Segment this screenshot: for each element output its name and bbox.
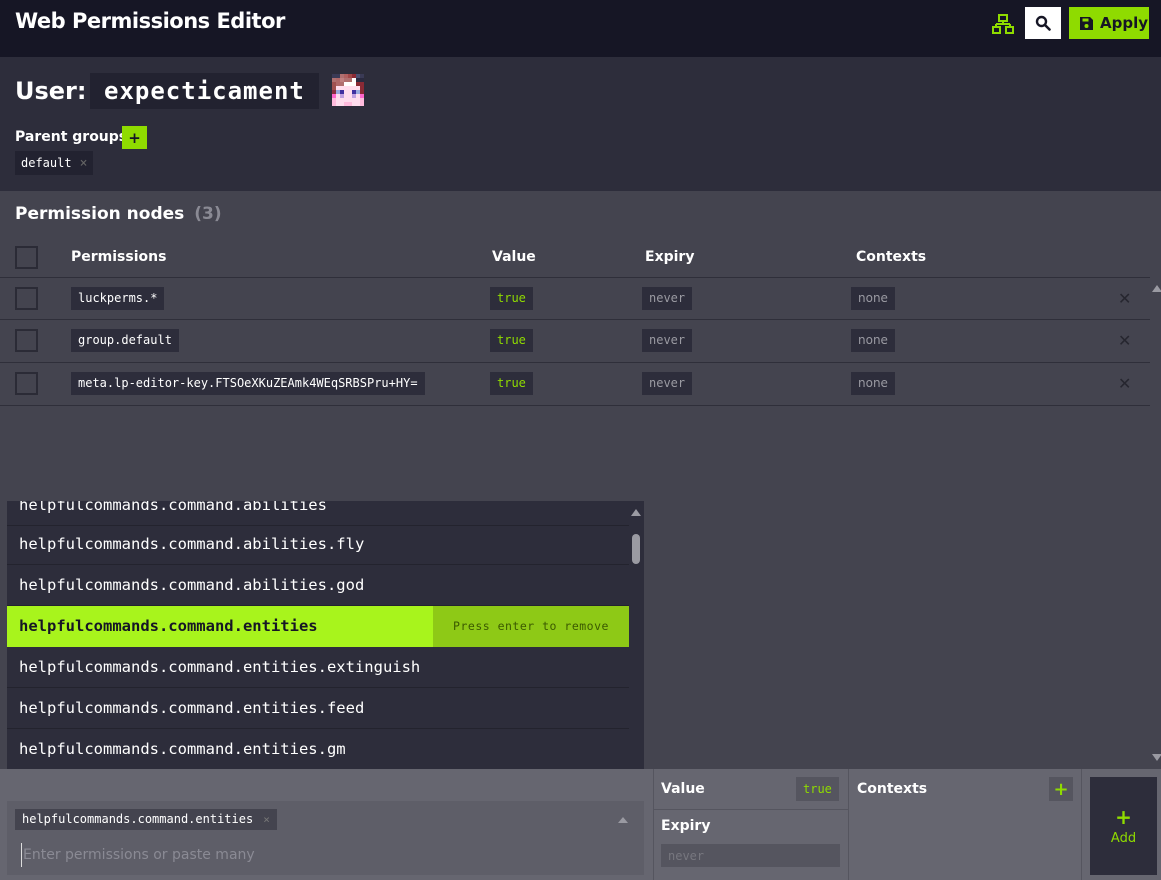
- apply-button[interactable]: Apply: [1069, 7, 1149, 39]
- suggestion-item[interactable]: helpfulcommands.command.abilities: [7, 501, 629, 526]
- permission-expiry[interactable]: never: [642, 329, 693, 352]
- scroll-up-arrow-icon[interactable]: [1152, 285, 1161, 292]
- username: expecticament: [90, 73, 319, 109]
- parent-group-name: default: [21, 156, 72, 170]
- delete-row-icon[interactable]: ✕: [1118, 374, 1131, 393]
- permission-contexts[interactable]: none: [851, 287, 895, 310]
- permission-nodes-heading: Permission nodes: [15, 204, 185, 224]
- network-tree-icon[interactable]: [992, 14, 1014, 34]
- suggestion-item-active[interactable]: helpfulcommands.command.entities Press e…: [7, 606, 629, 647]
- selected-permission-label: helpfulcommands.command.entities: [22, 812, 254, 826]
- table-row: luckperms.* true never none ✕: [0, 278, 1150, 320]
- permission-value[interactable]: true: [490, 329, 533, 352]
- column-header-expiry[interactable]: Expiry: [645, 249, 694, 265]
- add-label: Add: [1110, 830, 1137, 846]
- permission-value[interactable]: true: [490, 287, 533, 310]
- permission-nodes-title: Permission nodes (3): [15, 204, 222, 224]
- permission-contexts[interactable]: none: [851, 329, 895, 352]
- permission-node[interactable]: meta.lp-editor-key.FTSOeXKuZEAmk4WEqSRBS…: [71, 372, 425, 395]
- permission-expiry[interactable]: never: [642, 287, 693, 310]
- divider: [848, 769, 849, 880]
- expiry-label: Expiry: [661, 818, 711, 834]
- select-all-checkbox[interactable]: [15, 246, 38, 269]
- floppy-disk-icon: [1080, 16, 1093, 30]
- add-parent-group-button[interactable]: +: [122, 126, 147, 149]
- expiry-input[interactable]: [661, 844, 840, 867]
- avatar: [332, 74, 364, 106]
- divider: [653, 809, 849, 810]
- remove-hint: Press enter to remove: [433, 606, 629, 647]
- parent-groups-label: Parent groups: [15, 129, 128, 145]
- add-context-button[interactable]: +: [1049, 777, 1073, 801]
- contexts-label: Contexts: [857, 781, 928, 797]
- dropdown-scrollbar-thumb[interactable]: [632, 534, 640, 564]
- row-checkbox[interactable]: [15, 372, 38, 395]
- suggestion-item[interactable]: helpfulcommands.command.abilities.fly: [7, 524, 629, 565]
- user-label: User:: [15, 77, 87, 105]
- column-header-value[interactable]: Value: [492, 249, 536, 265]
- search-icon: [1035, 15, 1051, 31]
- permission-contexts[interactable]: none: [851, 372, 895, 395]
- permission-node[interactable]: luckperms.*: [71, 287, 165, 310]
- delete-row-icon[interactable]: ✕: [1118, 289, 1131, 308]
- app-title: Web Permissions Editor: [15, 9, 285, 33]
- remove-group-icon[interactable]: ×: [80, 156, 88, 171]
- permission-input[interactable]: [21, 843, 581, 867]
- permission-suggestions-dropdown: helpfulcommands.command.abilities helpfu…: [7, 501, 644, 801]
- suggestion-item[interactable]: helpfulcommands.command.entities.gm: [7, 729, 629, 770]
- suggestion-item-label: helpfulcommands.command.entities: [19, 617, 318, 635]
- divider: [0, 405, 1150, 406]
- permission-input-box[interactable]: helpfulcommands.command.entities ×: [7, 801, 644, 875]
- permission-count: (3): [194, 204, 222, 224]
- row-checkbox[interactable]: [15, 329, 38, 352]
- remove-selected-icon[interactable]: ×: [263, 809, 270, 830]
- row-checkbox[interactable]: [15, 287, 38, 310]
- table-row: meta.lp-editor-key.FTSOeXKuZEAmk4WEqSRBS…: [0, 363, 1150, 405]
- suggestion-item[interactable]: helpfulcommands.command.abilities.god: [7, 565, 629, 606]
- user-section: User: expecticament Parent groups + defa…: [0, 57, 1161, 191]
- permission-expiry[interactable]: never: [642, 372, 693, 395]
- search-button[interactable]: [1025, 7, 1061, 39]
- suggestion-item[interactable]: helpfulcommands.command.entities.feed: [7, 688, 629, 729]
- divider: [1081, 769, 1082, 880]
- column-header-contexts[interactable]: Contexts: [856, 249, 926, 265]
- top-bar: Web Permissions Editor Apply: [0, 0, 1161, 57]
- delete-row-icon[interactable]: ✕: [1118, 331, 1131, 350]
- parent-group-chip: default ×: [15, 151, 94, 175]
- plus-icon: +: [1115, 804, 1132, 829]
- table-row: group.default true never none ✕: [0, 320, 1150, 362]
- value-toggle[interactable]: true: [796, 777, 839, 801]
- suggestion-item[interactable]: helpfulcommands.command.entities.extingu…: [7, 647, 629, 688]
- dropdown-scroll-up-icon[interactable]: [631, 509, 641, 516]
- collapse-dropdown-icon[interactable]: [618, 817, 628, 823]
- value-label: Value: [661, 781, 705, 797]
- add-permission-button[interactable]: + Add: [1090, 777, 1157, 875]
- column-header-permissions[interactable]: Permissions: [71, 249, 166, 265]
- divider: [653, 769, 654, 880]
- scroll-down-arrow-icon[interactable]: [1152, 754, 1161, 761]
- apply-label: Apply: [1100, 14, 1149, 32]
- permission-value[interactable]: true: [490, 372, 533, 395]
- selected-permission-chip: helpfulcommands.command.entities ×: [15, 809, 277, 830]
- permission-node[interactable]: group.default: [71, 329, 179, 352]
